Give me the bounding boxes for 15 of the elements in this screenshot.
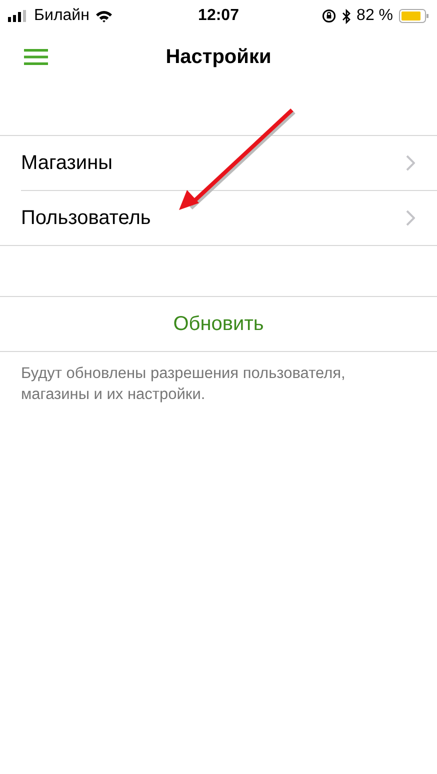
menu-icon[interactable] bbox=[24, 49, 48, 65]
rotation-lock-icon bbox=[322, 9, 336, 23]
chevron-icon bbox=[406, 210, 415, 226]
signal-icon bbox=[8, 10, 28, 22]
footnote-text: Будут обновлены разрешения пользователя, магазины и их настройки. bbox=[21, 364, 346, 405]
carrier-name: Билайн bbox=[34, 7, 90, 25]
screen-title: Настройки bbox=[166, 46, 272, 68]
battery-icon bbox=[399, 9, 430, 23]
battery-percent: 82 % bbox=[356, 7, 394, 25]
settings-row[interactable]: Магазины bbox=[21, 136, 437, 190]
wifi-icon bbox=[95, 10, 114, 22]
chevron-icon bbox=[406, 155, 415, 171]
refresh-button[interactable]: Обновить bbox=[0, 296, 437, 352]
bluetooth-icon bbox=[342, 8, 351, 24]
clock-time: 12:07 bbox=[198, 7, 239, 25]
